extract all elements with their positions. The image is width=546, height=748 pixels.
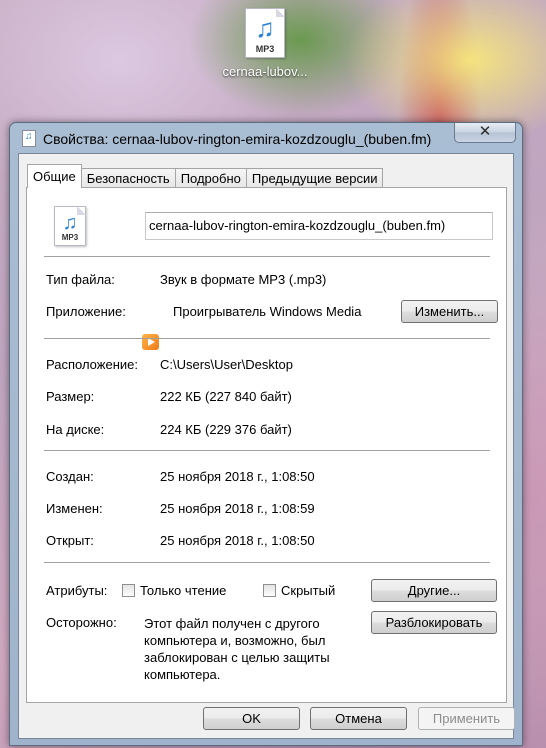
ok-button[interactable]: OK [203, 707, 300, 730]
music-note-icon: ♫ [62, 212, 78, 234]
file-type-badge: MP3 [255, 44, 275, 54]
desktop-file-icon[interactable]: ♫ MP3 cernaa-lubov... [210, 8, 320, 79]
apply-button[interactable]: Применить [418, 707, 515, 730]
title-bar[interactable]: Свойства: cernaa-lubov-rington-emira-koz… [10, 123, 522, 153]
tab-security[interactable]: Безопасность [80, 168, 176, 188]
opened-label: Открыт: [46, 533, 94, 548]
application-label: Приложение: [46, 304, 126, 319]
location-label: Расположение: [46, 357, 138, 372]
size-label: Размер: [46, 389, 95, 404]
divider [44, 338, 490, 339]
modified-label: Изменен: [46, 501, 103, 516]
tab-previous-versions[interactable]: Предыдущие версии [245, 168, 384, 188]
other-attributes-button[interactable]: Другие... [371, 579, 497, 602]
general-panel: ♫ MP3 cernaa-lubov-rington-emira-kozdzou… [26, 187, 507, 703]
modified-value: 25 ноября 2018 г., 1:08:59 [160, 501, 315, 516]
readonly-label[interactable]: Только чтение [140, 583, 226, 598]
created-label: Создан: [46, 469, 94, 484]
divider [44, 562, 490, 563]
tab-strip: Общие Безопасность Подробно Предыдущие в… [27, 164, 384, 188]
file-name-field[interactable]: cernaa-lubov-rington-emira-kozdzouglu_(b… [145, 212, 493, 240]
created-value: 25 ноября 2018 г., 1:08:50 [160, 469, 315, 484]
opened-value: 25 ноября 2018 г., 1:08:50 [160, 533, 315, 548]
application-value: Проигрыватель Windows Media [173, 304, 362, 319]
divider [44, 450, 490, 451]
size-on-disk-value: 224 КБ (229 376 байт) [160, 422, 292, 437]
dialog-client: Общие Безопасность Подробно Предыдущие в… [18, 153, 515, 739]
caution-label: Осторожно: [46, 615, 117, 630]
windows-media-player-icon [142, 334, 159, 350]
mp3-file-icon: ♫ MP3 [54, 206, 86, 246]
file-type-value: Звук в формате MP3 (.mp3) [160, 272, 327, 287]
music-note-icon: ♫ [255, 13, 275, 43]
size-on-disk-label: На диске: [46, 422, 105, 437]
tab-general[interactable]: Общие [27, 164, 82, 188]
caution-text: Этот файл получен с другого компьютера и… [144, 616, 330, 682]
hidden-label[interactable]: Скрытый [281, 583, 335, 598]
properties-window: Свойства: cernaa-lubov-rington-emira-koz… [9, 122, 523, 746]
file-type-label: Тип файла: [46, 272, 115, 287]
attributes-label: Атрибуты: [46, 583, 108, 598]
close-button[interactable]: ✕ [454, 123, 516, 143]
file-type-badge: MP3 [61, 233, 79, 242]
readonly-checkbox[interactable] [122, 584, 135, 597]
hidden-checkbox[interactable] [263, 584, 276, 597]
window-file-icon [22, 130, 36, 147]
window-title: Свойства: cernaa-lubov-rington-emira-koz… [43, 131, 432, 147]
unblock-button[interactable]: Разблокировать [371, 611, 497, 634]
mp3-file-icon: ♫ MP3 [245, 8, 285, 58]
size-value: 222 КБ (227 840 байт) [160, 389, 292, 404]
change-button[interactable]: Изменить... [401, 300, 498, 323]
cancel-button[interactable]: Отмена [310, 707, 407, 730]
divider [44, 256, 490, 257]
desktop-icon-caption: cernaa-lubov... [222, 64, 308, 79]
location-value: C:\Users\User\Desktop [160, 357, 293, 372]
tab-details[interactable]: Подробно [174, 168, 247, 188]
